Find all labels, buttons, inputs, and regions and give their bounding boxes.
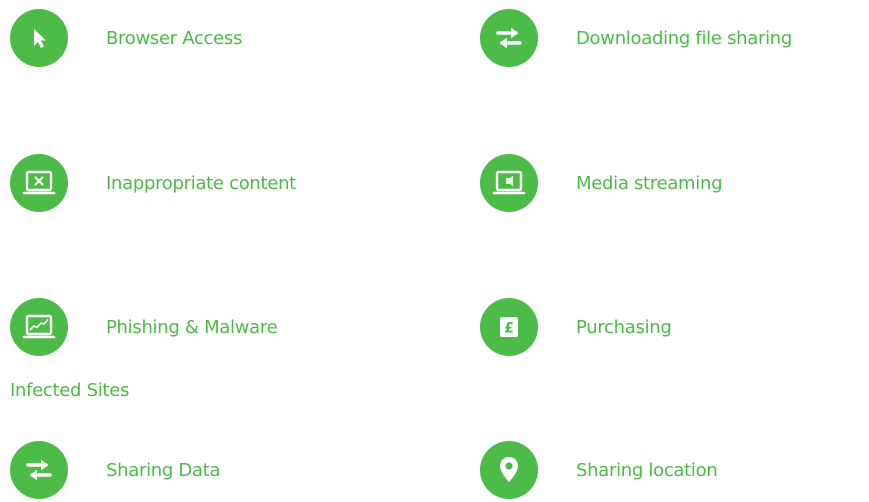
feature-label: Media streaming <box>576 172 723 194</box>
feature-label: Sharing location <box>576 459 718 481</box>
cursor-icon <box>10 9 68 67</box>
feature-browser-access: Browser Access <box>10 9 242 67</box>
feature-label: Sharing Data <box>106 459 221 481</box>
location-pin-icon <box>480 441 538 499</box>
feature-media-streaming: Media streaming <box>480 154 723 212</box>
feature-sharing-location: Sharing location <box>480 441 718 499</box>
swap-arrows-icon <box>480 9 538 67</box>
laptop-blocked-icon <box>10 154 68 212</box>
laptop-chart-icon <box>10 298 68 356</box>
feature-inappropriate-content: Inappropriate content <box>10 154 296 212</box>
feature-label: Purchasing <box>576 316 672 338</box>
feature-label: Downloading file sharing <box>576 27 793 49</box>
swap-arrows-icon <box>10 441 68 499</box>
pound-icon: £ <box>480 298 538 356</box>
feature-phishing-malware: Phishing & Malware <box>10 298 278 356</box>
laptop-media-icon <box>480 154 538 212</box>
feature-purchasing: £ Purchasing <box>480 298 672 356</box>
feature-sublabel: Infected Sites <box>10 380 130 401</box>
feature-label: Phishing & Malware <box>106 316 278 338</box>
feature-downloading-file-sharing: Downloading file sharing <box>480 9 792 67</box>
svg-text:£: £ <box>504 321 514 337</box>
feature-sharing-data: Sharing Data <box>10 441 221 499</box>
feature-label: Inappropriate content <box>106 172 296 194</box>
feature-label: Browser Access <box>106 27 243 49</box>
